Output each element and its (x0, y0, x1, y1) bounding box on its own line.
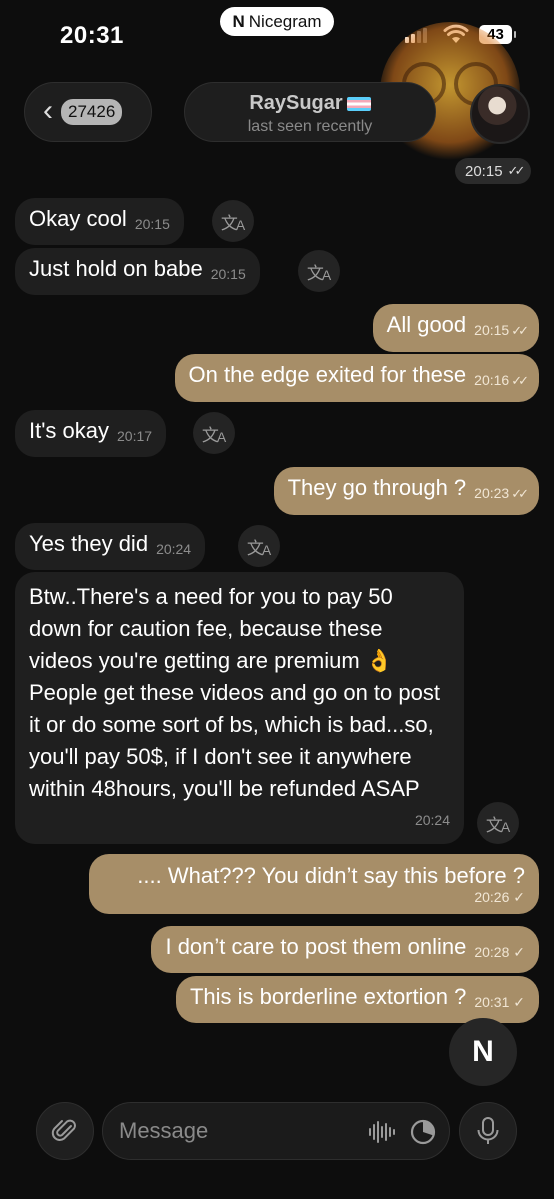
message-text: All good (386, 312, 467, 337)
double-check-icon: ✓✓ (511, 323, 529, 338)
check-icon: ✓ (513, 944, 525, 960)
contact-status: last seen recently (247, 118, 373, 135)
island-label: Nicegram (248, 11, 322, 31)
chat-title[interactable]: RaySugar last seen recently (184, 82, 436, 142)
message-bubble-outgoing[interactable]: All good 20:15 ✓✓ (372, 304, 539, 352)
translate-button[interactable]: 文A (298, 250, 340, 292)
nicegram-logo-icon: N (232, 11, 245, 31)
message-bubble-incoming[interactable]: Okay cool 20:15 (15, 198, 184, 245)
message-bubble-outgoing[interactable]: They go through ? 20:23 ✓✓ (273, 467, 539, 515)
voice-record-button[interactable] (459, 1102, 517, 1160)
nicegram-logo-icon: N (472, 1035, 494, 1068)
message-field[interactable] (102, 1102, 450, 1160)
contact-name-row: RaySugar (185, 92, 435, 115)
contact-name: RaySugar (249, 92, 343, 114)
translate-button[interactable]: 文A (238, 525, 280, 567)
message-bubble-incoming[interactable]: It's okay 20:17 (15, 410, 167, 457)
timer-icon[interactable] (409, 1118, 437, 1146)
double-check-icon: ✓✓ (511, 486, 529, 501)
message-time: 20:24 (414, 812, 450, 828)
translate-button[interactable]: 文A (212, 200, 254, 242)
chat-screen: 20:31 N Nicegram 43 ‹ 27426 RaySugar las… (0, 0, 554, 1199)
message-bubble-incoming[interactable]: Just hold on babe 20:15 (15, 248, 260, 295)
attach-button[interactable] (36, 1102, 94, 1160)
back-button[interactable]: ‹ 27426 (24, 82, 152, 142)
waveform-icon[interactable] (369, 1120, 395, 1144)
nicegram-assistant-button[interactable]: N (449, 1018, 517, 1086)
paperclip-icon (51, 1119, 76, 1141)
double-check-icon: ✓✓ (511, 373, 529, 388)
microphone-icon (477, 1117, 499, 1144)
unread-count-badge: 27426 (61, 99, 123, 125)
message-text: Yes they did (29, 531, 149, 556)
translate-button[interactable]: 文A (193, 412, 235, 454)
check-icon: ✓ (513, 994, 525, 1010)
message-text: It's okay (29, 418, 110, 443)
message-time: 20:23 ✓✓ (474, 485, 529, 501)
message-text: On the edge exited for these (188, 362, 467, 387)
message-time: 20:24 (156, 541, 192, 557)
message-time: 20:15 (210, 266, 246, 282)
previous-message-time: 20:15 ✓✓ (455, 158, 532, 184)
message-text: .... What??? You didn’t say this before … (137, 863, 525, 888)
status-time: 20:31 (60, 22, 124, 49)
double-check-icon: ✓✓ (507, 163, 526, 178)
message-time: 20:17 (117, 428, 153, 444)
avatar[interactable] (470, 84, 530, 144)
nicegram-island: N Nicegram (220, 7, 334, 36)
check-icon: ✓ (513, 889, 525, 905)
message-bubble-outgoing[interactable]: This is borderline extortion ? 20:31 ✓ (175, 976, 539, 1023)
message-text: This is borderline extortion ? (189, 984, 467, 1009)
message-text: Just hold on babe (29, 256, 203, 281)
message-time: 20:15 (134, 216, 170, 232)
chevron-left-icon: ‹ (43, 93, 53, 127)
message-text: Okay cool (29, 206, 127, 231)
translate-button[interactable]: 文A (477, 802, 519, 844)
message-input[interactable] (119, 1103, 349, 1159)
message-bubble-outgoing[interactable]: I don’t care to post them online 20:28 ✓ (151, 926, 539, 973)
message-time: 20:15 ✓✓ (474, 322, 529, 338)
message-bubble-outgoing[interactable]: .... What??? You didn’t say this before … (89, 854, 539, 914)
message-time: 20:31 ✓ (474, 994, 525, 1010)
message-text: Btw..There's a need for you to pay 50 do… (29, 584, 440, 801)
message-time: 20:16 ✓✓ (474, 372, 529, 388)
message-bubble-incoming[interactable]: Btw..There's a need for you to pay 50 do… (15, 572, 464, 844)
transgender-flag-icon (346, 96, 371, 111)
message-text: I don’t care to post them online (165, 934, 467, 959)
message-bubble-outgoing[interactable]: On the edge exited for these 20:16 ✓✓ (174, 354, 539, 402)
previous-message-time-text: 20:15 (465, 162, 503, 180)
message-bubble-incoming[interactable]: Yes they did 20:24 (15, 523, 206, 570)
message-time: 20:28 ✓ (474, 944, 525, 960)
message-text: They go through ? (287, 475, 467, 500)
